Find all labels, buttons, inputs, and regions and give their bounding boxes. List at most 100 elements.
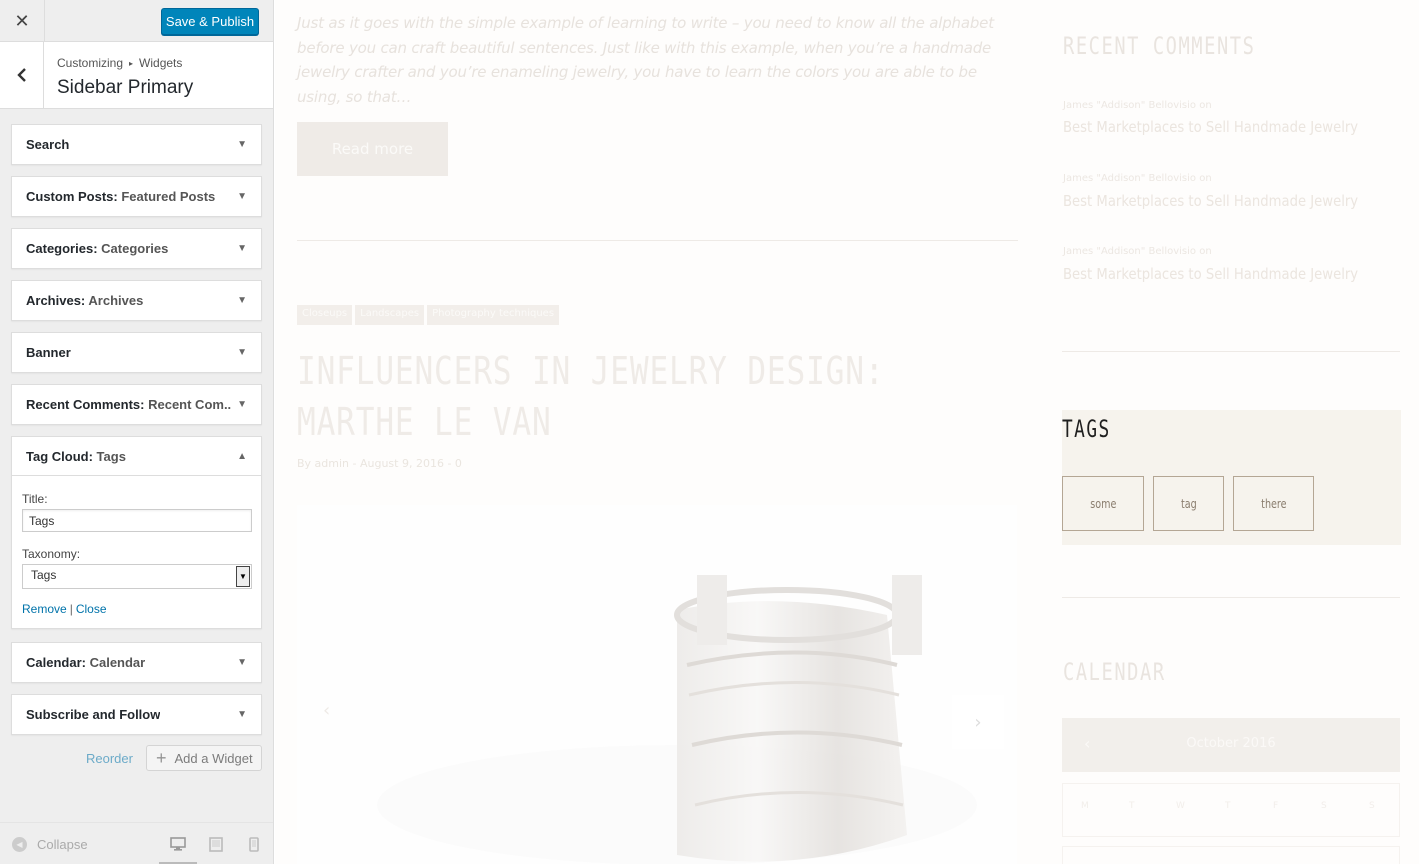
widget-categories[interactable]: Categories: Categories ▼ <box>11 228 262 269</box>
widget-name: Calendar: <box>26 655 86 670</box>
weekday-label: M <box>1081 801 1089 811</box>
calendar-week-row <box>1062 846 1400 864</box>
tag-label: there <box>1260 496 1287 511</box>
post-meta: By admin - August 9, 2016 - 0 <box>297 457 462 470</box>
slider-prev-icon[interactable]: ‹ <box>323 700 330 721</box>
category-tag[interactable]: Photography techniques <box>427 305 560 325</box>
widget-name: Subscribe and Follow <box>26 707 161 722</box>
post-title[interactable]: INFLUENCERS IN JEWELRY DESIGN: MARTHE LE… <box>297 346 1019 448</box>
breadcrumb: Customizing ▸ Widgets <box>57 56 182 70</box>
widget-name: Categories: <box>26 241 98 256</box>
expand-arrow-icon[interactable]: ▼ <box>237 347 247 358</box>
tag-label: tag <box>1180 496 1197 511</box>
close-icon[interactable]: ✕ <box>0 0 45 42</box>
widget-search[interactable]: Search ▼ <box>11 124 262 165</box>
widget-name: Banner <box>26 345 71 360</box>
widget-name: Search <box>26 137 70 152</box>
weekday-label: T <box>1129 801 1135 811</box>
collapse-arrow-icon[interactable]: ▲ <box>237 451 247 462</box>
expand-arrow-icon[interactable]: ▼ <box>237 139 247 150</box>
site-preview[interactable]: Just as it goes with the simple example … <box>275 0 1419 864</box>
calendar-nav: ‹ October 2016 <box>1062 718 1400 772</box>
weekday-label: S <box>1321 801 1327 811</box>
sidebar-divider <box>1062 597 1400 598</box>
expand-arrow-icon[interactable]: ▼ <box>237 295 247 306</box>
expand-arrow-icon[interactable]: ▼ <box>237 243 247 254</box>
save-publish-button[interactable]: Save & Publish <box>161 8 259 35</box>
recent-comments-heading: RECENT COMMENTS <box>1063 32 1256 60</box>
weekday-label: T <box>1225 801 1231 811</box>
taxonomy-select[interactable]: Tags ▼ <box>22 564 252 589</box>
expand-arrow-icon[interactable]: ▼ <box>237 657 247 668</box>
add-widget-label: Add a Widget <box>174 750 253 766</box>
widget-tag-cloud[interactable]: Tag Cloud: Tags ▲ Title: Tags Taxonomy: T… <box>11 436 262 629</box>
widget-title: Archives <box>88 293 144 308</box>
tag-link[interactable]: there <box>1233 476 1314 531</box>
post-featured-image <box>297 505 1017 864</box>
comment-author: James "Addison" Bellovisio on <box>1063 100 1212 111</box>
slider-next-icon[interactable]: › <box>952 695 1004 749</box>
widget-name: Recent Comments: <box>26 397 145 412</box>
collapse-button[interactable]: ◀ Collapse <box>12 837 88 852</box>
back-arrow-icon[interactable] <box>0 42 44 108</box>
customizer-footer: ◀ Collapse <box>0 822 273 864</box>
calendar-month: October 2016 <box>1186 736 1276 751</box>
comment-author: James "Addison" Bellovisio on <box>1063 246 1212 257</box>
post-categories: Closeups Landscapes Photography techniqu… <box>297 305 560 325</box>
comment-author: James "Addison" Bellovisio on <box>1063 173 1212 184</box>
post-divider <box>297 240 1018 241</box>
remove-link[interactable]: Remove <box>22 602 67 616</box>
desktop-preview-icon[interactable] <box>169 835 187 853</box>
read-more-button[interactable]: Read more <box>297 122 448 176</box>
expand-arrow-icon[interactable]: ▼ <box>237 399 247 410</box>
tag-link[interactable]: some <box>1062 476 1144 531</box>
add-widget-button[interactable]: + Add a Widget <box>146 745 262 771</box>
widget-calendar[interactable]: Calendar: Calendar ▼ <box>11 642 262 683</box>
sidebar-divider <box>1062 351 1400 352</box>
customizer-header: ✕ Save & Publish <box>0 0 273 42</box>
taxonomy-label: Taxonomy: <box>22 547 81 561</box>
mobile-preview-icon[interactable] <box>245 835 263 853</box>
category-tag[interactable]: Closeups <box>297 305 353 325</box>
tag-cloud-widget: TAGS some tag there <box>1062 410 1401 545</box>
widget-title: Featured Posts <box>121 189 216 204</box>
section-header: Customizing ▸ Widgets Sidebar Primary <box>0 42 273 109</box>
widget-title: Categories <box>101 241 169 256</box>
widget-name: Custom Posts: <box>26 189 118 204</box>
widget-subscribe-follow[interactable]: Subscribe and Follow ▼ <box>11 694 262 735</box>
taxonomy-selected-value: Tags <box>31 568 57 582</box>
reorder-link[interactable]: Reorder <box>86 751 133 766</box>
breadcrumb-current: Widgets <box>139 56 183 70</box>
widget-recent-comments[interactable]: Recent Comments: Recent Com... ▼ <box>11 384 262 425</box>
weekday-label: W <box>1176 801 1185 811</box>
tags-heading: TAGS <box>1062 415 1111 443</box>
calendar-weekdays: M T W T F S S <box>1062 783 1400 837</box>
comment-post-link[interactable]: Best Marketplaces to Sell Handmade Jewel… <box>1063 192 1358 210</box>
widget-banner[interactable]: Banner ▼ <box>11 332 262 373</box>
breadcrumb-parent: Customizing <box>57 56 124 70</box>
expand-arrow-icon[interactable]: ▼ <box>237 709 247 720</box>
title-input[interactable]: Tags <box>22 509 252 532</box>
comment-post-link[interactable]: Best Marketplaces to Sell Handmade Jewel… <box>1063 118 1358 136</box>
weekday-label: S <box>1369 801 1375 811</box>
tablet-preview-icon[interactable] <box>207 835 225 853</box>
widget-title: Calendar <box>89 655 146 670</box>
comment-post-link[interactable]: Best Marketplaces to Sell Handmade Jewel… <box>1063 265 1358 283</box>
customizer-panel: ✕ Save & Publish Customizing ▸ Widgets Sid… <box>0 0 274 864</box>
breadcrumb-separator-icon: ▸ <box>129 59 134 68</box>
widget-title: Tags <box>96 448 126 464</box>
tag-label: some <box>1089 496 1117 511</box>
plus-icon: + <box>156 748 167 768</box>
action-separator: | <box>69 602 73 616</box>
category-tag[interactable]: Landscapes <box>355 305 425 325</box>
expand-arrow-icon[interactable]: ▼ <box>237 191 247 202</box>
dropdown-arrow-icon[interactable]: ▼ <box>236 566 250 587</box>
collapse-label: Collapse <box>37 837 88 852</box>
tag-link[interactable]: tag <box>1153 476 1224 531</box>
widget-custom-posts[interactable]: Custom Posts: Featured Posts ▼ <box>11 176 262 217</box>
close-link[interactable]: Close <box>76 602 107 616</box>
widget-archives[interactable]: Archives: Archives ▼ <box>11 280 262 321</box>
calendar-heading: CALENDAR <box>1063 658 1166 686</box>
widget-title: Recent Com... <box>148 397 232 412</box>
section-title: Sidebar Primary <box>57 77 194 98</box>
